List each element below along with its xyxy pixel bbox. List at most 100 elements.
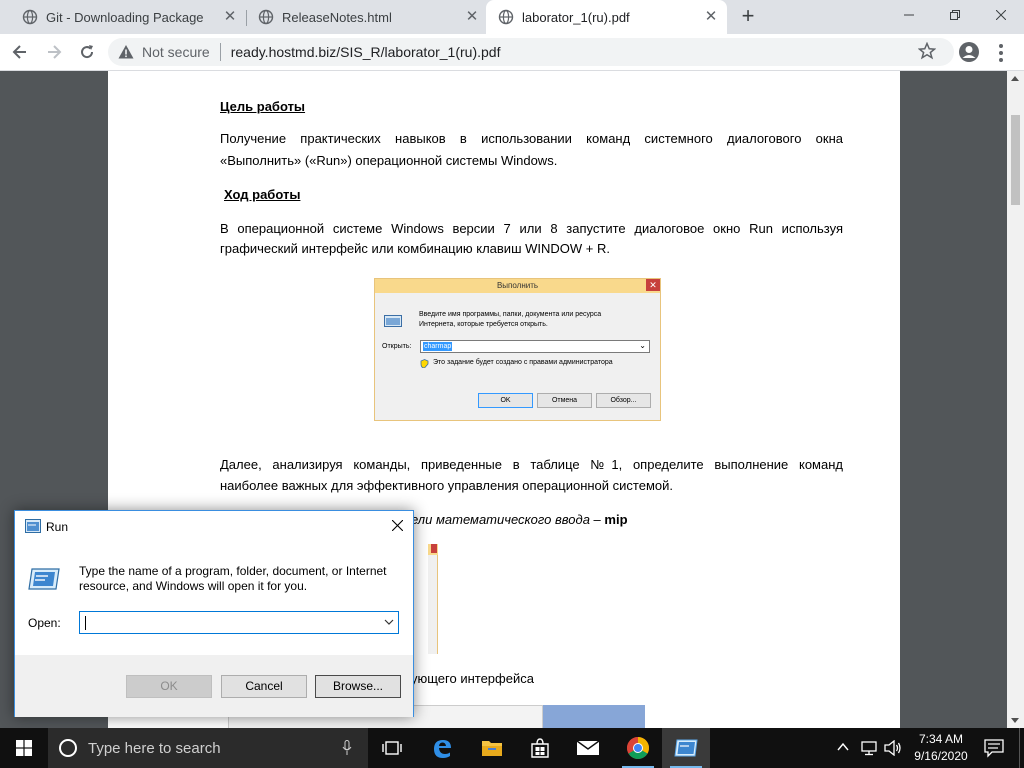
warning-icon [118,45,134,59]
edge-icon [434,740,451,758]
speaker-icon [884,739,901,757]
tab-title: laborator_1(ru).pdf [522,9,630,25]
embedded-run-dialog-image: Выполнить ✕ Введите имя программы, папки… [374,278,661,421]
taskbar: Type here to search 7:34 AM 9/16/2020 [0,728,1024,768]
close-icon [391,519,404,532]
show-hidden-icons-button[interactable] [836,740,850,759]
notification-icon [984,739,1004,758]
start-button[interactable] [0,728,48,768]
menu-dots-icon [999,44,1003,48]
show-desktop-button[interactable] [1019,728,1024,768]
taskbar-mail[interactable] [564,728,612,768]
panel-command: mip [604,512,628,527]
goal-text: «Выполнить» («Run») операционной системы… [220,153,558,168]
chevron-down-icon: ⌄ [639,341,646,350]
run-program-icon [28,568,60,590]
taskbar-run[interactable] [662,728,710,768]
goal-text: Получение практических навыков в использ… [220,131,843,146]
panel-text: ели математического ввода – mip [411,509,628,530]
tab-git-download[interactable]: Git - Downloading Package ✕ [0,0,246,34]
vertical-scrollbar[interactable] [1007,71,1024,728]
tab-release-notes[interactable]: ReleaseNotes.html ✕ [236,0,488,34]
progress-text: В операционной системе Windows версии 7 … [220,221,843,236]
task-view-button[interactable] [368,728,416,768]
open-label: Open: [28,616,61,630]
embedded-open-label: Открыть: [382,343,412,350]
cancel-button[interactable]: Cancel [221,675,307,698]
close-dialog-button[interactable] [382,511,413,542]
new-tab-button[interactable]: + [736,5,760,28]
windows-logo-icon [16,740,32,756]
search-circle-icon [59,739,77,757]
forward-button[interactable] [40,38,68,66]
folder-icon [482,741,502,756]
run-dialog-footer: OK Cancel Browse... [15,655,413,717]
browse-button[interactable]: Browse... [315,675,401,698]
tab-laborator-pdf[interactable]: laborator_1(ru).pdf ✕ [486,0,727,34]
mail-icon [576,740,600,755]
run-icon [25,519,41,533]
embedded-open-field: charmap ⌄ [420,340,650,353]
network-button[interactable] [860,740,878,761]
search-placeholder: Type here to search [88,739,221,757]
minimize-icon [904,14,914,16]
task-view-icon [382,741,402,755]
taskbar-search-box[interactable]: Type here to search [48,728,368,768]
taskbar-chrome[interactable] [614,728,662,768]
reload-icon [81,45,94,59]
taskbar-clock[interactable]: 7:34 AM 9/16/2020 [906,731,976,765]
shield-icon [420,359,429,370]
embedded-ok-button: OK [478,393,533,408]
menu-button[interactable] [990,42,1012,64]
restore-window-button[interactable] [932,0,978,30]
run-icon [674,739,698,757]
run-icon [384,315,402,327]
star-icon [917,41,937,60]
chrome-icon [627,737,649,759]
omnibox-divider [219,43,221,61]
scrollbar-thumb[interactable] [1011,115,1020,205]
browser-toolbar: Not secure ready.hostmd.biz/SIS_R/labora… [0,34,1024,71]
embedded-title: Выполнить [375,279,660,293]
store-icon [531,738,549,758]
clock-time: 7:34 AM [918,732,964,746]
embedded-admin-note: Это задание будет создано с правами адми… [433,359,613,366]
microphone-icon[interactable] [342,740,352,756]
close-tab-icon[interactable]: ✕ [703,9,719,25]
profile-button[interactable] [958,41,980,63]
clock-date: 9/16/2020 [914,749,968,763]
chevron-up-icon [837,742,849,751]
close-tab-icon[interactable]: ✕ [464,9,480,25]
panel-text-prefix: ели математического ввода – [411,512,605,527]
tab-strip: Git - Downloading Package ✕ ReleaseNotes… [0,0,1024,34]
ok-button[interactable]: OK [126,675,212,698]
scroll-up-icon[interactable] [1011,76,1019,81]
close-window-button[interactable] [978,0,1024,30]
url-text[interactable]: ready.hostmd.biz/SIS_R/laborator_1(ru).p… [231,44,501,60]
action-center-button[interactable] [984,738,1004,763]
next-text: Далее, анализируя команды, приведенные в… [220,457,843,472]
taskbar-edge[interactable] [418,728,466,768]
taskbar-store[interactable] [516,728,564,768]
goal-heading: Цель работы [220,99,306,114]
embedded-description: Введите имя программы, папки, документа … [419,311,602,328]
embedded-open-value: charmap [423,342,453,351]
back-button[interactable] [6,38,34,66]
reload-button[interactable] [73,38,101,66]
open-combobox[interactable] [79,611,399,634]
minimize-window-button[interactable] [886,0,932,30]
arrow-left-icon [12,45,26,59]
security-status[interactable]: Not secure [142,44,210,60]
globe-icon [22,9,38,25]
volume-button[interactable] [884,739,902,761]
taskbar-file-explorer[interactable] [468,728,516,768]
run-dialog-title: Run [46,520,69,534]
run-dialog-titlebar[interactable]: Run [15,511,413,542]
progress-text: графический интерфейс или комбинацию кла… [220,241,610,256]
chevron-down-icon[interactable] [384,617,394,627]
next-text: наиболее важных для эффективного управле… [220,478,673,493]
scroll-down-icon[interactable] [1011,718,1019,723]
bookmark-star-button[interactable] [917,41,940,64]
address-bar[interactable]: Not secure ready.hostmd.biz/SIS_R/labora… [108,38,954,66]
text-cursor [85,616,86,630]
